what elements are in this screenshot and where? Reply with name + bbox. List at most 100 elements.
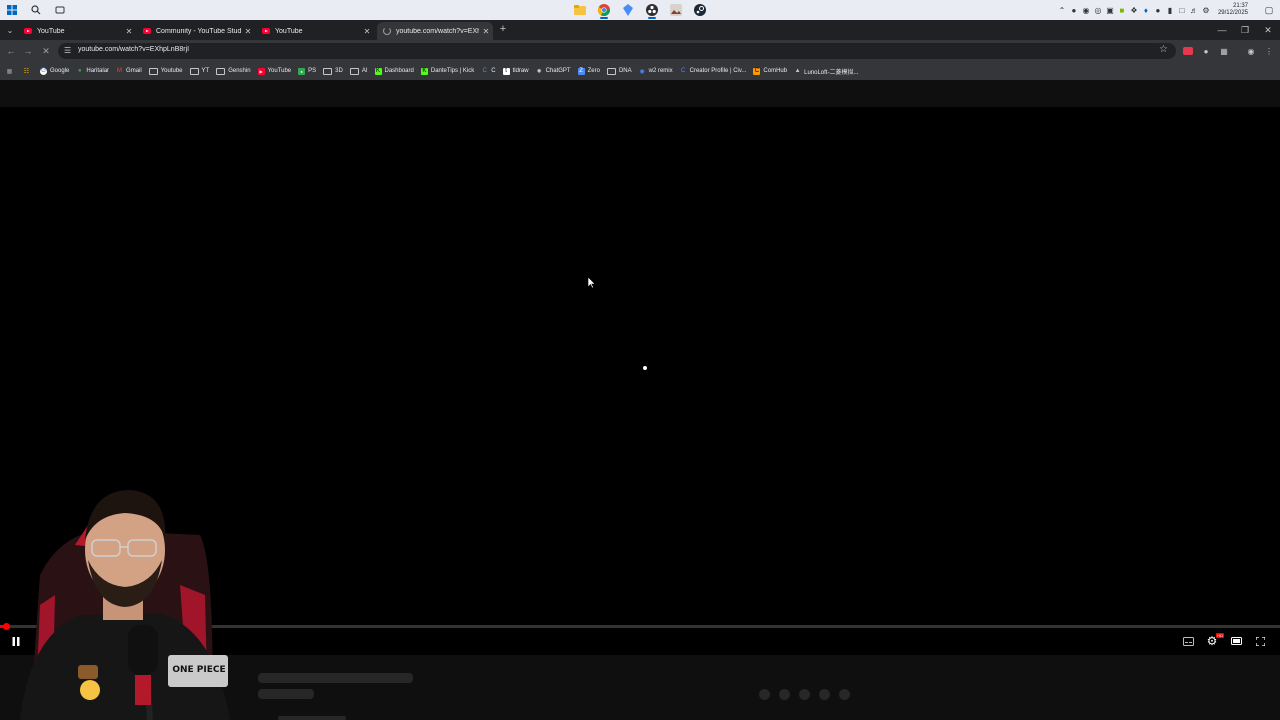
bookmark-item[interactable]: CC (481, 68, 496, 75)
tab-close-icon[interactable]: ✕ (479, 27, 493, 36)
tray-chevron-icon[interactable]: ⌃ (1056, 0, 1068, 20)
tray-app-icon[interactable]: ▮ (1164, 0, 1176, 20)
browser-tab[interactable]: YouTube ✕ (18, 22, 136, 40)
bookmark-label: Dashboard (384, 68, 414, 74)
youtube-favicon-icon (24, 28, 32, 34)
tab-title: YouTube (37, 27, 65, 35)
bookmark-folder[interactable]: AI (349, 67, 368, 75)
bookmark-label: Gmail (126, 68, 142, 74)
network-icon[interactable]: □ (1176, 0, 1188, 20)
bookmark-folder[interactable]: Genshin (216, 67, 251, 75)
obs-icon[interactable] (640, 0, 664, 20)
civitai-icon: C (680, 68, 686, 74)
bookmark-label: YouTube (267, 68, 292, 74)
address-url[interactable]: youtube.com/watch?v=EXhpLnB8rjI (78, 46, 189, 53)
minimize-icon[interactable]: — (1210, 20, 1234, 40)
chrome-icon[interactable] (592, 0, 616, 20)
bookmark-item[interactable]: t tldraw (502, 67, 529, 75)
file-explorer-icon[interactable] (568, 0, 592, 20)
hd-badge: HD (1216, 633, 1224, 638)
tab-close-icon[interactable]: ✕ (241, 27, 255, 36)
browser-tab-active[interactable]: youtube.com/watch?v=EXhpLnB... ✕ (377, 22, 493, 40)
bookmark-item[interactable]: K Dashboard (374, 67, 414, 75)
new-tab-icon[interactable]: + (497, 22, 509, 36)
bookmark-item[interactable]: ✹ ChatGPT (536, 68, 571, 75)
task-view-icon[interactable] (48, 0, 72, 20)
copilot-app-icon[interactable] (616, 0, 640, 20)
settings-icon[interactable]: ⚙ HD (1204, 633, 1224, 649)
bookmark-folder[interactable]: Youtube (148, 67, 183, 75)
bookmark-item[interactable]: ◉ w2 remix (639, 68, 672, 75)
system-clock[interactable]: 21:37 29/12/2025 (1218, 3, 1248, 17)
close-window-icon[interactable]: ✕ (1256, 20, 1280, 40)
extension-icon[interactable]: ● (1199, 44, 1213, 58)
tab-title: YouTube (275, 27, 303, 35)
forward-icon[interactable]: → (20, 43, 36, 59)
bookmark-item[interactable]: ● Haritalar (76, 68, 109, 75)
steam-icon[interactable] (688, 0, 712, 20)
fullscreen-icon[interactable] (1252, 633, 1268, 649)
bookmark-label: DNA (618, 68, 632, 74)
theater-mode-icon[interactable] (1228, 633, 1244, 649)
bookmark-item[interactable]: M Gmail (116, 68, 142, 75)
tray-app-icon[interactable]: ◉ (1080, 0, 1092, 20)
tab-close-icon[interactable]: ✕ (360, 27, 374, 36)
bookmark-item[interactable]: K DanteTips | Kick (420, 67, 474, 75)
tray-app-icon[interactable]: ▣ (1104, 0, 1116, 20)
bookmark-label: YT (201, 68, 210, 74)
tldraw-icon: t (502, 67, 510, 75)
bookmark-item[interactable]: ▲ LunoLoft-二菱模拟... (794, 67, 859, 76)
all-bookmarks-icon[interactable]: ☷ (23, 68, 33, 75)
tab-title: youtube.com/watch?v=EXhpLnB... (396, 27, 479, 35)
tray-app-icon[interactable]: ◎ (1092, 0, 1104, 20)
bookmark-item[interactable]: ● PS (298, 67, 316, 75)
stop-loading-icon[interactable]: ✕ (38, 43, 54, 59)
settings-gear-icon[interactable]: ⚙ (1200, 0, 1212, 20)
tray-app-icon[interactable]: ● (1152, 0, 1164, 20)
site-info-icon[interactable]: ☰ (64, 46, 71, 55)
c-icon: C (482, 68, 487, 74)
browser-menu-icon[interactable]: ⋮ (1262, 44, 1276, 58)
mouse-cursor-icon (587, 276, 596, 294)
bookmark-item[interactable]: ▶ YouTube (257, 67, 292, 75)
title-skeleton (258, 673, 413, 683)
youtube-studio-favicon-icon (143, 28, 151, 34)
browser-tab-strip: ⌄ YouTube ✕ Community - YouTube Studio ✕… (0, 20, 1280, 40)
bookmark-item[interactable]: C Creator Profile | Civ... (680, 68, 746, 75)
tray-app-icon[interactable]: ❖ (1128, 0, 1140, 20)
browser-tab[interactable]: YouTube ✕ (256, 22, 374, 40)
bluetooth-icon[interactable]: ♦ (1140, 0, 1152, 20)
image-viewer-icon[interactable] (664, 0, 688, 20)
tab-search-icon[interactable]: ⌄ (3, 24, 17, 37)
bookmark-item[interactable]: Z Zero (577, 67, 600, 75)
restore-icon[interactable]: ❐ (1233, 20, 1257, 40)
bookmark-label: Haritalar (86, 68, 110, 74)
action-skeleton (759, 689, 770, 700)
kick-icon: K (374, 67, 382, 75)
bookmark-folder[interactable]: YT (189, 67, 210, 75)
bookmark-item[interactable]: C ComHub (753, 67, 787, 75)
browser-tab[interactable]: Community - YouTube Studio ✕ (137, 22, 255, 40)
bookmark-star-icon[interactable]: ☆ (1159, 44, 1168, 55)
volume-icon[interactable]: ♬ (1188, 0, 1200, 20)
back-icon[interactable]: ← (3, 43, 19, 59)
folder-icon (606, 67, 616, 75)
extensions-puzzle-icon[interactable]: ▦ (1217, 44, 1231, 58)
bookmark-folder[interactable]: 3D (323, 67, 343, 75)
adblock-extension-icon[interactable] (1181, 44, 1195, 58)
windows-start-icon[interactable] (0, 0, 24, 20)
apps-icon[interactable]: ▦ (6, 68, 16, 75)
tray-app-icon[interactable]: ● (1068, 0, 1080, 20)
subtitles-icon[interactable] (1180, 633, 1196, 649)
bookmark-folder[interactable]: DNA (606, 67, 632, 75)
nvidia-icon[interactable]: ■ (1116, 0, 1128, 20)
bookmark-item[interactable]: G Google (40, 67, 69, 75)
profile-avatar-icon[interactable]: ◉ (1244, 44, 1258, 58)
chatgpt-icon: ✹ (536, 68, 542, 75)
notification-icon[interactable]: ▢ (1258, 0, 1280, 20)
address-bar[interactable]: ☰ youtube.com/watch?v=EXhpLnB8rjI ☆ (58, 43, 1176, 59)
tab-close-icon[interactable]: ✕ (122, 27, 136, 36)
ps-icon: ● (298, 67, 306, 75)
search-icon[interactable] (24, 0, 48, 20)
kick-icon: K (420, 67, 428, 75)
